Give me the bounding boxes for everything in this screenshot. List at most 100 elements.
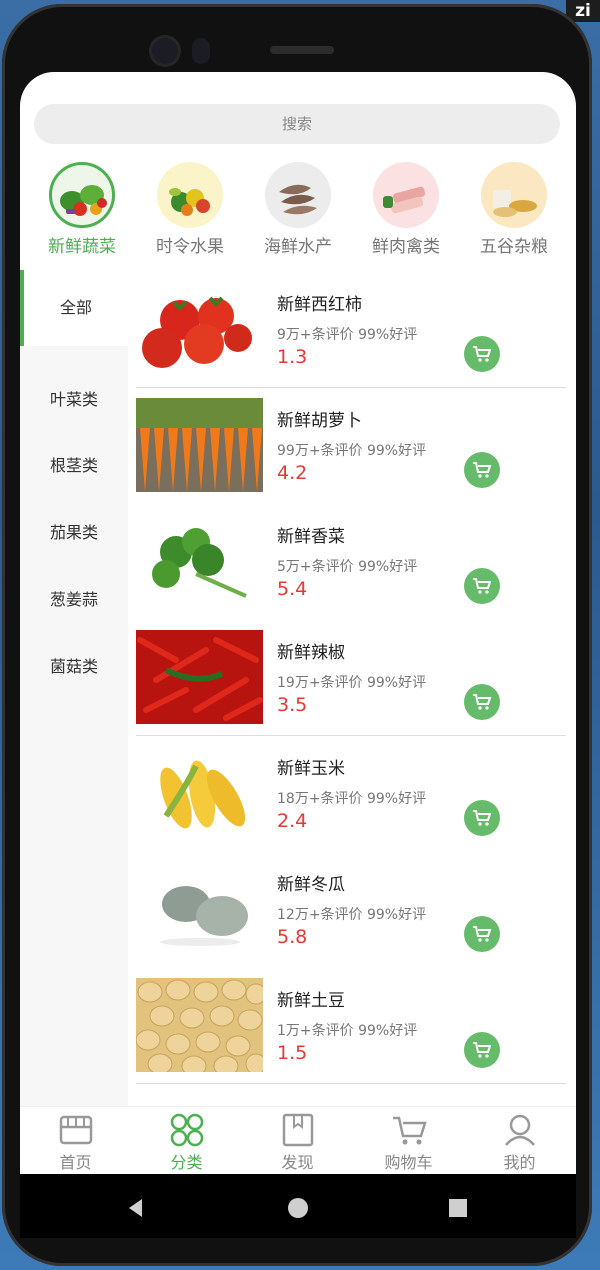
sidebar-item-label: 根茎类 bbox=[49, 456, 98, 475]
sidebar-item-leafy[interactable]: 叶菜类 bbox=[20, 362, 128, 438]
sidebar-item-mushrooms[interactable]: 菌菇类 bbox=[20, 629, 128, 705]
product-name: 新鲜土豆 bbox=[277, 991, 345, 1011]
category-row: 新鲜蔬菜 时令水果 海鲜水产 鲜肉禽类 五谷杂粮 bbox=[20, 162, 576, 262]
system-navigation-bar bbox=[20, 1174, 576, 1238]
product-name: 新鲜胡萝卜 bbox=[277, 411, 362, 431]
cart-icon bbox=[473, 810, 492, 826]
grid-icon bbox=[170, 1113, 203, 1147]
product-image-potato bbox=[136, 978, 263, 1072]
bookmark-icon bbox=[282, 1113, 313, 1147]
product-image-coriander bbox=[136, 514, 263, 608]
product-price: 4.2 bbox=[277, 462, 308, 484]
sidebar-item-aromatics[interactable]: 葱姜蒜 bbox=[20, 562, 128, 638]
cart-icon bbox=[473, 926, 492, 942]
add-to-cart-button[interactable] bbox=[464, 916, 500, 952]
sidebar-item-label: 菌菇类 bbox=[49, 657, 98, 676]
product-image-carrot bbox=[136, 398, 263, 492]
product-price: 1.3 bbox=[277, 346, 308, 368]
bottom-tab-bar: 首页 分类 发现 购物车 我的 bbox=[20, 1106, 576, 1174]
category-label: 五谷杂粮 bbox=[480, 237, 548, 257]
product-image-chili bbox=[136, 630, 263, 724]
category-fruits[interactable]: 时令水果 bbox=[140, 162, 240, 257]
product-name: 新鲜玉米 bbox=[277, 759, 345, 779]
add-to-cart-button[interactable] bbox=[464, 336, 500, 372]
search-input[interactable]: 搜索 bbox=[34, 104, 560, 144]
product-row[interactable]: 新鲜香菜 5万+条评价 99%好评 5.4 bbox=[136, 504, 566, 620]
tab-label: 我的 bbox=[503, 1153, 536, 1172]
product-row[interactable]: 新鲜冬瓜 12万+条评价 99%好评 5.8 bbox=[136, 852, 566, 968]
category-label: 鲜肉禽类 bbox=[372, 237, 440, 257]
tab-category[interactable]: 分类 bbox=[131, 1107, 242, 1174]
cart-icon bbox=[473, 1042, 492, 1058]
tab-discover[interactable]: 发现 bbox=[242, 1107, 353, 1174]
product-reviews: 9万+条评价 99%好评 bbox=[277, 327, 418, 343]
category-grains[interactable]: 五谷杂粮 bbox=[464, 162, 564, 257]
product-price: 1.5 bbox=[277, 1042, 308, 1064]
cart-icon bbox=[473, 578, 492, 594]
sidebar-item-label: 葱姜蒜 bbox=[49, 590, 98, 609]
back-icon[interactable] bbox=[124, 1196, 148, 1220]
grains-image bbox=[481, 162, 547, 228]
category-meat[interactable]: 鲜肉禽类 bbox=[356, 162, 456, 257]
product-reviews: 5万+条评价 99%好评 bbox=[277, 559, 418, 575]
product-image-tomato bbox=[136, 282, 263, 376]
user-icon bbox=[504, 1114, 535, 1146]
earpiece-speaker bbox=[270, 46, 334, 54]
category-label: 海鲜水产 bbox=[264, 237, 332, 257]
product-row[interactable]: 新鲜土豆 1万+条评价 99%好评 1.5 bbox=[136, 968, 566, 1084]
product-row[interactable]: 新鲜玉米 18万+条评价 99%好评 2.4 bbox=[136, 736, 566, 852]
category-seafood[interactable]: 海鲜水产 bbox=[248, 162, 348, 257]
add-to-cart-button[interactable] bbox=[464, 452, 500, 488]
front-camera bbox=[152, 38, 178, 64]
sensor bbox=[192, 38, 210, 64]
product-row[interactable]: 新鲜胡萝卜 99万+条评价 99%好评 4.2 bbox=[136, 388, 566, 504]
cart-icon bbox=[392, 1116, 427, 1145]
add-to-cart-button[interactable] bbox=[464, 1032, 500, 1068]
product-image-corn bbox=[136, 746, 263, 840]
sidebar-item-solanaceous[interactable]: 茄果类 bbox=[20, 495, 128, 571]
tab-home[interactable]: 首页 bbox=[20, 1107, 131, 1174]
product-list: 新鲜西红柿 9万+条评价 99%好评 1.3 新鲜胡萝卜 99万+条评价 99%… bbox=[136, 272, 566, 1106]
subcategory-sidebar: 全部 叶菜类 根茎类 茄果类 葱姜蒜 菌菇类 bbox=[20, 270, 128, 1106]
recents-icon[interactable] bbox=[446, 1196, 470, 1220]
product-price: 5.4 bbox=[277, 578, 308, 600]
vegetables-image bbox=[49, 162, 115, 228]
product-reviews: 99万+条评价 99%好评 bbox=[277, 443, 427, 459]
sidebar-item-label: 叶菜类 bbox=[49, 390, 98, 409]
product-image-wax-gourd bbox=[136, 862, 263, 956]
add-to-cart-button[interactable] bbox=[464, 568, 500, 604]
sidebar-item-root[interactable]: 根茎类 bbox=[20, 428, 128, 504]
cart-icon bbox=[473, 694, 492, 710]
sidebar-item-label: 茄果类 bbox=[49, 523, 98, 542]
meat-image bbox=[373, 162, 439, 228]
sidebar-item-label: 全部 bbox=[59, 298, 92, 317]
product-name: 新鲜西红柿 bbox=[277, 295, 362, 315]
category-label: 新鲜蔬菜 bbox=[48, 237, 116, 257]
product-row[interactable]: 新鲜西红柿 9万+条评价 99%好评 1.3 bbox=[136, 272, 566, 388]
sidebar-item-all[interactable]: 全部 bbox=[20, 270, 128, 346]
product-reviews: 12万+条评价 99%好评 bbox=[277, 907, 427, 923]
product-name: 新鲜冬瓜 bbox=[277, 875, 345, 895]
product-reviews: 1万+条评价 99%好评 bbox=[277, 1023, 418, 1039]
tab-cart[interactable]: 购物车 bbox=[353, 1107, 464, 1174]
product-reviews: 18万+条评价 99%好评 bbox=[277, 791, 427, 807]
add-to-cart-button[interactable] bbox=[464, 800, 500, 836]
home-button-icon[interactable] bbox=[286, 1196, 310, 1220]
seafood-image bbox=[265, 162, 331, 228]
store-icon bbox=[59, 1115, 92, 1145]
product-price: 5.8 bbox=[277, 926, 308, 948]
app-screen: 搜索 新鲜蔬菜 时令水果 海鲜水产 鲜肉禽类 五谷杂粮 全部 叶菜类 根茎类 茄… bbox=[20, 72, 576, 1174]
product-name: 新鲜香菜 bbox=[277, 527, 345, 547]
add-to-cart-button[interactable] bbox=[464, 684, 500, 720]
category-label: 时令水果 bbox=[156, 237, 224, 257]
category-vegetables[interactable]: 新鲜蔬菜 bbox=[32, 162, 132, 257]
tab-label: 发现 bbox=[281, 1153, 314, 1172]
product-name: 新鲜辣椒 bbox=[277, 643, 345, 663]
tab-label: 购物车 bbox=[384, 1153, 433, 1172]
product-price: 2.4 bbox=[277, 810, 308, 832]
tab-profile[interactable]: 我的 bbox=[464, 1107, 575, 1174]
fruits-image bbox=[157, 162, 223, 228]
product-price: 3.5 bbox=[277, 694, 308, 716]
tab-label: 首页 bbox=[59, 1153, 92, 1172]
product-row[interactable]: 新鲜辣椒 19万+条评价 99%好评 3.5 bbox=[136, 620, 566, 736]
